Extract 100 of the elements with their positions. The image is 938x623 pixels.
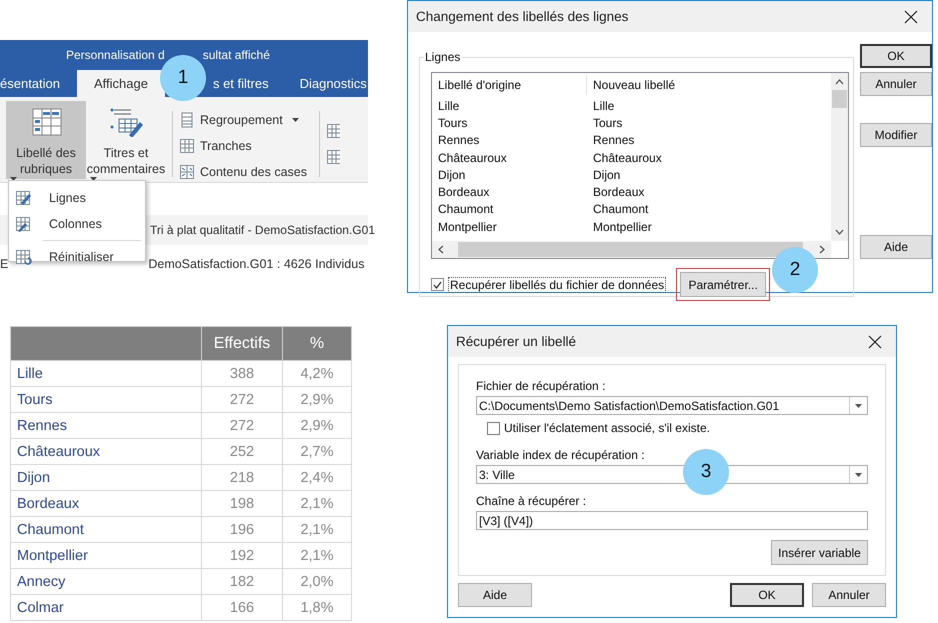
dialog-title: Récupérer un libellé <box>456 334 576 349</box>
table-cell: 2,1% <box>282 516 352 542</box>
chevron-down-icon[interactable] <box>835 229 844 235</box>
checkbox-label: Utiliser l'éclatement associé, s'il existe. <box>504 421 710 435</box>
settings-button[interactable]: Paramétrer... <box>680 272 766 297</box>
horizontal-scrollbar[interactable] <box>432 241 831 258</box>
list-cell[interactable]: Lille <box>432 97 587 114</box>
list-cell[interactable]: Châteauroux <box>587 148 831 166</box>
caret-icon <box>855 404 862 408</box>
table-cell: 192 <box>202 542 282 568</box>
field-label: Chaîne à récupérer : <box>476 494 588 508</box>
dropdown-field[interactable]: C:\Documents\Demo Satisfaction\DemoSatisfaction.G01 <box>476 396 868 415</box>
menu-item[interactable]: Réinitialiser <box>9 244 145 270</box>
list-cell[interactable]: Tours <box>432 114 587 132</box>
input-field[interactable]: [V3] ([V4]) <box>476 511 868 530</box>
table-cell: 2,4% <box>282 464 352 490</box>
ribbon-tab[interactable]: s et filtres <box>212 70 269 97</box>
table-cell: 1,8% <box>282 594 352 620</box>
caret-icon <box>855 472 862 476</box>
row-label: Châteauroux <box>10 438 202 464</box>
row-label: Rennes <box>10 412 202 438</box>
table-cell: 272 <box>202 386 282 412</box>
table-pencil-icon <box>15 216 33 232</box>
table-cell: 252 <box>202 438 282 464</box>
status-text: E <box>0 257 8 271</box>
chevron-right-icon[interactable] <box>819 245 825 254</box>
list-cell[interactable]: Rennes <box>587 132 831 149</box>
list-cell[interactable]: Lille <box>587 97 831 114</box>
list-cell[interactable]: Montpellier <box>587 218 831 236</box>
table-cell: 218 <box>202 464 282 490</box>
list-cell[interactable]: Chaumont <box>587 200 831 218</box>
ribbon-button[interactable]: Contenu des cases <box>179 163 308 181</box>
list-cell[interactable]: Dijon <box>432 166 587 184</box>
menu-item[interactable]: Lignes <box>9 185 145 211</box>
ribbon-tab[interactable]: Affichage <box>77 70 165 97</box>
table-cell: 388 <box>202 360 282 386</box>
insert-variable-button[interactable]: Insérer variable <box>771 540 868 565</box>
chevron-left-icon[interactable] <box>438 245 444 254</box>
row-label: Colmar <box>10 594 202 620</box>
dialog-button[interactable]: OK <box>730 583 804 607</box>
list-cell[interactable]: Tours <box>587 114 831 132</box>
checkbox[interactable] <box>487 422 500 434</box>
check-icon <box>433 280 442 288</box>
dialog-button[interactable]: OK <box>860 44 932 68</box>
column-header[interactable]: Nouveau libellé <box>587 75 831 95</box>
ribbon-tab[interactable]: ésentation <box>0 70 60 97</box>
column-header[interactable]: Libellé d'origine <box>432 75 587 95</box>
status-text: DemoSatisfaction.G01 : 4626 Individus <box>148 257 364 271</box>
column-header: % <box>282 326 352 360</box>
ribbon-tab[interactable]: Diagnostics <box>300 70 367 97</box>
ribbon-button[interactable]: Regroupement <box>179 111 308 129</box>
grid-arrows-icon <box>179 164 195 180</box>
table-cell: 4,2% <box>282 360 352 386</box>
dialog-title: Changement des libellés des lignes <box>416 9 628 24</box>
close-icon[interactable] <box>904 10 918 24</box>
vertical-scrollbar[interactable] <box>831 73 848 241</box>
checkbox[interactable] <box>431 278 444 291</box>
field-label: Variable index de récupération : <box>476 448 646 462</box>
list-cell[interactable]: Bordeaux <box>587 183 831 201</box>
list-cell[interactable]: Chaumont <box>432 200 587 218</box>
dialog-button[interactable]: Annuler <box>812 583 886 607</box>
checkbox-label: Recupérer libellés du fichier de données <box>448 276 666 292</box>
close-icon[interactable] <box>868 334 882 348</box>
ribbon-button[interactable]: Tranches <box>179 137 308 155</box>
row-label: Montpellier <box>10 542 202 568</box>
table-icon <box>326 123 340 139</box>
list-cell[interactable]: Montpellier <box>432 218 587 236</box>
list-cell[interactable]: Châteauroux <box>432 148 587 166</box>
ribbon-button[interactable]: Libellé des rubriques <box>6 101 86 179</box>
dialog-button[interactable]: Annuler <box>860 72 932 96</box>
list-cell[interactable]: Bordeaux <box>432 183 587 201</box>
dialog-button[interactable]: Aide <box>860 235 932 259</box>
document-title: Tri à plat qualitatif - DemoSatisfaction.G01 <box>150 223 375 237</box>
row-label: Bordeaux <box>10 490 202 516</box>
dialog-button[interactable]: Aide <box>458 583 532 607</box>
table-cell: 196 <box>202 516 282 542</box>
menu-item[interactable]: Colonnes <box>9 211 145 237</box>
row-label: Chaumont <box>10 516 202 542</box>
table-pencil-icon <box>15 190 33 206</box>
scroll-thumb[interactable] <box>832 90 847 108</box>
table-cell: 182 <box>202 568 282 594</box>
table-cell: 2,9% <box>282 386 352 412</box>
table-cell: 2,0% <box>282 568 352 594</box>
row-label: Tours <box>10 386 202 412</box>
column-header: Effectifs <box>202 326 282 360</box>
dialog-button[interactable]: Modifier <box>860 123 932 147</box>
table-cell: 198 <box>202 490 282 516</box>
group-label: Lignes <box>424 50 462 64</box>
table-icon <box>326 149 340 165</box>
row-label: Annecy <box>10 568 202 594</box>
table-pencil-icon <box>109 107 143 137</box>
row-label: Lille <box>10 360 202 386</box>
table-cell: 166 <box>202 594 282 620</box>
chevron-up-icon[interactable] <box>835 79 844 85</box>
field-label: Fichier de récupération : <box>476 379 606 393</box>
list-cell[interactable]: Rennes <box>432 132 587 149</box>
row-label: Dijon <box>10 464 202 490</box>
table-cell: 2,1% <box>282 490 352 516</box>
table-cell: 2,7% <box>282 438 352 464</box>
list-cell[interactable]: Dijon <box>587 166 831 184</box>
